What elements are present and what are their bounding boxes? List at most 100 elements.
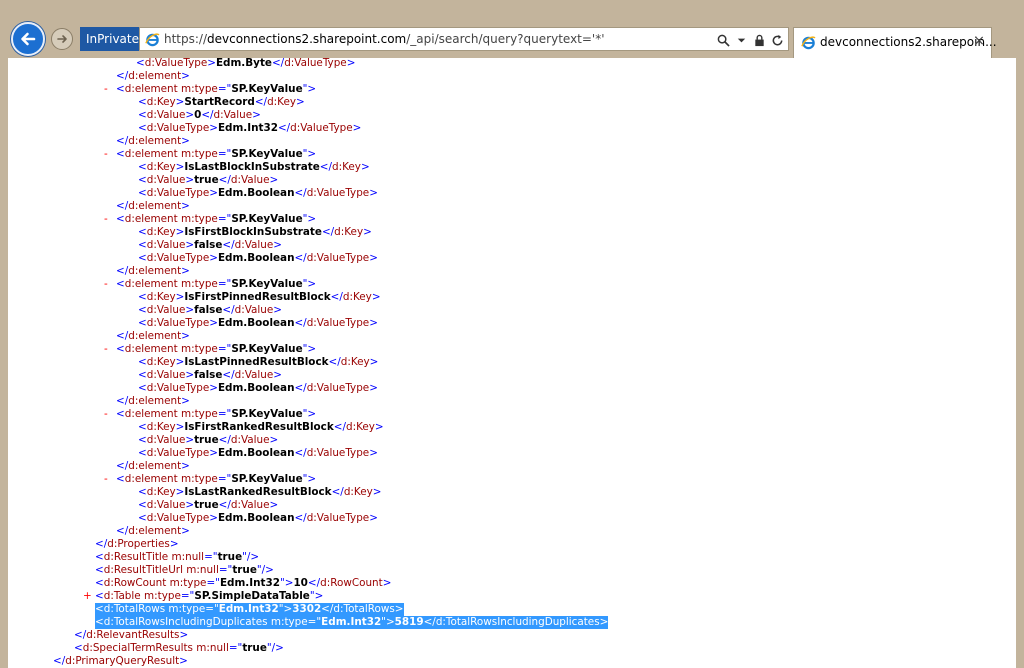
- close-icon[interactable]: ×: [973, 34, 985, 48]
- url-path: /_api/search/query?querytext='*': [406, 32, 605, 46]
- xml-br: <: [138, 122, 147, 134]
- dropdown-button[interactable]: [734, 32, 748, 48]
- xml-br: >: [209, 317, 218, 329]
- xml-br: >: [181, 395, 190, 407]
- forward-button[interactable]: [51, 28, 73, 50]
- xml-tag: d:ValueType: [144, 57, 208, 69]
- url-host: devconnections2.sharepoint.com: [207, 32, 407, 46]
- xml-br: </: [330, 291, 343, 303]
- collapse-toggle[interactable]: -: [104, 278, 108, 291]
- xml-br: >: [371, 291, 381, 303]
- xml-br: >: [185, 109, 195, 121]
- xml-attrval: true: [217, 551, 243, 563]
- xml-attr: m:type: [270, 616, 308, 628]
- xml-br: =": [206, 577, 220, 589]
- xml-tag: d:element: [124, 83, 181, 95]
- xml-br: ">: [302, 213, 317, 225]
- xml-br: </: [74, 629, 87, 641]
- xml-tag: d:RowCount: [320, 577, 383, 589]
- xml-br: </: [423, 616, 436, 628]
- collapse-toggle[interactable]: -: [104, 83, 108, 96]
- xml-br: >: [181, 135, 190, 147]
- xml-attr: m:type: [180, 343, 218, 355]
- xml-tag: d:ValueType: [146, 512, 210, 524]
- xml-line: <d:element m:type="SP.KeyValue">: [116, 473, 316, 486]
- collapse-toggle[interactable]: -: [104, 473, 108, 486]
- xml-br: >: [369, 252, 378, 264]
- xml-attr: m:type: [169, 577, 207, 589]
- xml-txt: Edm.Boolean: [217, 447, 295, 459]
- xml-tag: d:element: [128, 265, 182, 277]
- xml-txt: Edm.Boolean: [217, 252, 295, 264]
- xml-br: </: [116, 460, 129, 472]
- xml-tag: d:TotalRowsIncludingDuplicates: [435, 616, 600, 628]
- collapse-toggle[interactable]: -: [104, 148, 108, 161]
- collapse-toggle[interactable]: -: [104, 408, 108, 421]
- xml-line: </d:element>: [116, 70, 190, 83]
- xml-txt: StartRecord: [184, 96, 255, 108]
- xml-line: <d:element m:type="SP.KeyValue">: [116, 408, 316, 421]
- ie-logo-icon: [801, 36, 816, 50]
- xml-line-selected: <d:TotalRows m:type="Edm.Int32">3302</d:…: [95, 603, 404, 616]
- xml-br: =": [217, 408, 232, 420]
- xml-br: >: [363, 226, 372, 238]
- xml-tag: d:ResultTitle: [103, 551, 172, 563]
- collapse-toggle[interactable]: -: [104, 343, 108, 356]
- xml-br: </: [319, 161, 333, 173]
- xml-br: ">: [381, 616, 395, 628]
- xml-tag: d:element: [128, 460, 182, 472]
- xml-br: <: [138, 304, 147, 316]
- xml-line: <d:element m:type="SP.KeyValue">: [116, 148, 316, 161]
- xml-line: </d:element>: [116, 265, 190, 278]
- xml-br: <: [138, 382, 147, 394]
- xml-br: ">: [302, 473, 317, 485]
- xml-attrval: Edm.Int32: [219, 577, 280, 589]
- xml-br: <: [116, 473, 125, 485]
- xml-tag: d:Value: [146, 369, 186, 381]
- dropdown-icon: [737, 38, 745, 42]
- browser-tab[interactable]: devconnections2.sharepoin... ×: [793, 27, 997, 58]
- tab-title: devconnections2.sharepoin...: [820, 35, 997, 49]
- xml-br: "/>: [256, 564, 274, 576]
- xml-txt: true: [194, 434, 219, 446]
- xml-tag: d:Value: [146, 109, 186, 121]
- xml-tag: d:Key: [146, 356, 176, 368]
- xml-line: </d:element>: [116, 525, 190, 538]
- xml-tag: d:ValueType: [146, 122, 210, 134]
- xml-br: </: [218, 434, 231, 446]
- xml-tag: d:ValueType: [306, 382, 370, 394]
- xml-br: =": [204, 551, 218, 563]
- xml-line: <d:element m:type="SP.KeyValue">: [116, 213, 316, 226]
- xml-attrval: true: [242, 642, 267, 654]
- xml-tag: d:ValueType: [306, 512, 370, 524]
- address-bar[interactable]: https://devconnections2.sharepoint.com/_…: [139, 27, 789, 51]
- xml-br: </: [271, 57, 285, 69]
- security-lock-button[interactable]: [752, 32, 766, 48]
- xml-txt: IsLastRankedResultBlock: [184, 486, 332, 498]
- xml-tag: d:ValueType: [146, 187, 210, 199]
- xml-tag: d:Properties: [107, 538, 170, 550]
- refresh-button[interactable]: [770, 32, 784, 48]
- xml-tag: d:Value: [146, 174, 186, 186]
- xml-txt: IsLastPinnedResultBlock: [184, 356, 329, 368]
- expand-toggle[interactable]: +: [83, 590, 92, 603]
- xml-br: >: [181, 525, 190, 537]
- xml-line: </d:element>: [116, 330, 190, 343]
- xml-br: ">: [278, 603, 293, 615]
- collapse-toggle[interactable]: -: [104, 213, 108, 226]
- xml-line: <d:ValueType>Edm.Boolean</d:ValueType>: [138, 252, 378, 265]
- xml-br: </: [218, 499, 231, 511]
- search-button[interactable]: [716, 32, 730, 48]
- back-button[interactable]: [11, 22, 45, 56]
- xml-attrval: SP.KeyValue: [231, 473, 303, 485]
- xml-tag: d:element: [128, 70, 182, 82]
- xml-br: </: [294, 512, 307, 524]
- xml-br: >: [209, 512, 218, 524]
- xml-br: >: [209, 187, 218, 199]
- xml-br: </: [116, 525, 129, 537]
- url-text[interactable]: https://devconnections2.sharepoint.com/_…: [164, 32, 605, 46]
- xml-br: >: [374, 421, 384, 433]
- xml-line: <d:ValueType>Edm.Byte</d:ValueType>: [136, 57, 355, 70]
- xml-br: </: [201, 109, 214, 121]
- xml-tag: d:element: [124, 343, 181, 355]
